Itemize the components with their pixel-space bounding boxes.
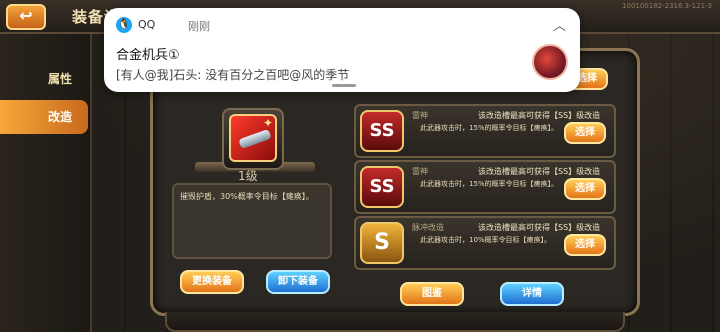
item-level: 1级 bbox=[238, 169, 258, 183]
details-button[interactable]: 详情 bbox=[500, 282, 564, 306]
sidebar: 属性 改造 bbox=[0, 34, 92, 332]
slot-rule: 该改造槽最高可获得【SS】级改造 bbox=[478, 167, 601, 176]
sidebar-item-attributes[interactable]: 属性 bbox=[0, 62, 88, 96]
slot-description: 此武器攻击时，15%的概率令目标【瘫痪】。 bbox=[420, 124, 559, 132]
slot-name: 脉冲改造 bbox=[412, 223, 444, 232]
replace-equipment-button[interactable]: 更换装备 bbox=[180, 270, 244, 294]
qq-penguin-icon: 🐧 bbox=[116, 17, 132, 33]
notification-app-name: QQ bbox=[138, 18, 156, 31]
build-number: 100100182-2316.3-121-3 bbox=[622, 2, 712, 10]
slot-rule: 该改造槽最高可获得【SS】级改造 bbox=[478, 111, 601, 120]
modify-slot: SS 雷神 该改造槽最高可获得【SS】级改造 此武器攻击时，15%的概率令目标【… bbox=[354, 160, 616, 214]
item-description: 摧毁护盾，30%概率令目标【瘫痪】。 bbox=[172, 183, 332, 259]
slot-select-button[interactable]: 选择 bbox=[564, 122, 606, 144]
qq-notification[interactable]: 🐧 QQ 刚刚 ︿ 合金机兵① [有人@我]石头: 没有百分之百吧@风的季节 bbox=[104, 8, 580, 92]
slot-name: 雷神 bbox=[412, 167, 428, 176]
notification-body: [有人@我]石头: 没有百分之百吧@风的季节 bbox=[116, 68, 350, 82]
slot-name: 雷神 bbox=[412, 111, 428, 120]
slot-description: 此武器攻击时，15%的概率令目标【瘫痪】。 bbox=[420, 180, 559, 188]
modify-slot: SS 雷神 该改造槽最高可获得【SS】级改造 此武器攻击时，15%的概率令目标【… bbox=[354, 104, 616, 158]
rank-ss-icon: SS bbox=[360, 110, 404, 152]
notification-title: 合金机兵① bbox=[116, 48, 180, 63]
slot-select-button[interactable]: 选择 bbox=[564, 178, 606, 200]
back-button[interactable]: ↩ bbox=[6, 4, 46, 30]
group-avatar bbox=[532, 44, 568, 80]
rank-s-icon: S bbox=[360, 222, 404, 264]
back-arrow-icon: ↩ bbox=[19, 6, 33, 25]
notification-time: 刚刚 bbox=[188, 20, 210, 33]
slot-description: 此武器攻击时，10%概率令目标【瘫痪】。 bbox=[420, 236, 552, 244]
modify-slot: S 脉冲改造 该改造槽最高可获得【SS】级改造 此武器攻击时，10%概率令目标【… bbox=[354, 216, 616, 270]
upgrade-spark-icon: ✦ bbox=[262, 116, 273, 130]
rank-ss-icon: SS bbox=[360, 166, 404, 208]
chevron-up-icon[interactable]: ︿ bbox=[553, 15, 566, 34]
weapon-icon[interactable]: ✦ bbox=[229, 114, 277, 162]
slot-select-button[interactable]: 选择 bbox=[564, 234, 606, 256]
unequip-button[interactable]: 卸下装备 bbox=[266, 270, 330, 294]
atlas-button[interactable]: 图鉴 bbox=[400, 282, 464, 306]
slot-rule: 该改造槽最高可获得【SS】级改造 bbox=[478, 223, 601, 232]
weapon-barrel bbox=[238, 128, 272, 150]
panel-footer bbox=[165, 312, 625, 332]
notification-drag-handle[interactable] bbox=[332, 84, 356, 87]
sidebar-item-modify[interactable]: 改造 bbox=[0, 100, 88, 134]
